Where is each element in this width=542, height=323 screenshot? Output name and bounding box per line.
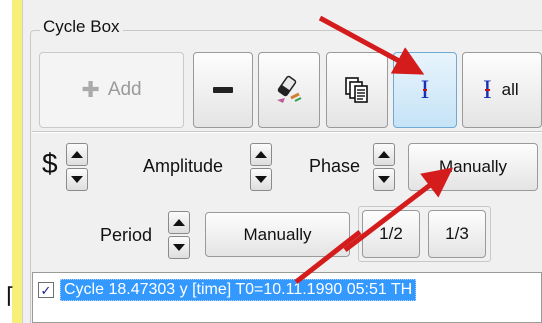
left-strip [0,0,12,323]
phase-spin-down[interactable] [373,168,395,191]
dollar-spin-down[interactable] [66,168,88,191]
amplitude-spinner[interactable] [250,143,272,191]
cycle-list[interactable]: ✓ Cycle 18.47303 y [time] T0=10.11.1990 … [32,272,542,323]
group-title: Cycle Box [40,17,123,37]
cycle-checkbox[interactable]: ✓ [38,282,54,298]
copy-pages-icon [345,77,368,103]
third-period-button[interactable]: 1/3 [428,210,486,258]
arrow-up-icon [378,151,390,158]
text-cursor-icon: I [483,75,492,104]
dollar-spinner[interactable] [66,143,88,191]
dollar-spin-up[interactable] [66,143,88,166]
text-caret-icon: ⌈ [6,283,15,308]
text-cursor-icon: I [420,75,430,104]
period-spin-up[interactable] [168,211,190,234]
arrow-up-icon [255,151,267,158]
all-label: all [501,80,519,99]
section-divider [32,131,542,133]
period-manually-button[interactable]: Manually [205,212,350,257]
minus-icon [213,87,233,93]
half-period-button[interactable]: 1/2 [362,210,420,258]
copy-button[interactable] [326,52,388,128]
phase-spinner[interactable] [373,143,395,191]
yellow-margin-strip [12,0,22,323]
list-item[interactable]: ✓ Cycle 18.47303 y [time] T0=10.11.1990 … [38,279,417,301]
add-button[interactable]: ✚ Add [39,52,184,128]
arrow-down-icon [173,244,185,251]
amplitude-label: Amplitude [143,156,224,176]
arrow-up-icon [71,151,83,158]
period-spin-down[interactable] [168,236,190,259]
third-period-label: 1/3 [445,224,469,243]
period-manually-label: Manually [243,224,312,244]
arrow-down-icon [378,176,390,183]
phase-spin-up[interactable] [373,143,395,166]
arrow-up-icon [173,219,185,226]
period-label: Period [100,225,153,245]
amplitude-spin-up[interactable] [250,143,272,166]
insert-cursor-all-button[interactable]: I all [462,52,542,128]
arrow-down-icon [255,176,267,183]
period-spinner[interactable] [168,211,190,259]
phase-manually-button[interactable]: Manually [408,143,538,191]
phase-label: Phase [309,156,361,176]
insert-cursor-button[interactable]: I [393,52,457,128]
plus-icon: ✚ [81,77,100,102]
amplitude-spin-down[interactable] [250,168,272,191]
dollar-label: $ [42,148,58,179]
add-button-label: Add [107,79,142,100]
half-period-label: 1/2 [379,224,403,243]
phase-manually-label: Manually [438,157,508,176]
arrow-down-icon [71,176,83,183]
remove-button[interactable] [193,52,253,128]
eraser-button[interactable] [258,52,320,128]
eraser-icon [277,75,302,103]
cycle-item-text[interactable]: Cycle 18.47303 y [time] T0=10.11.1990 05… [60,279,417,301]
